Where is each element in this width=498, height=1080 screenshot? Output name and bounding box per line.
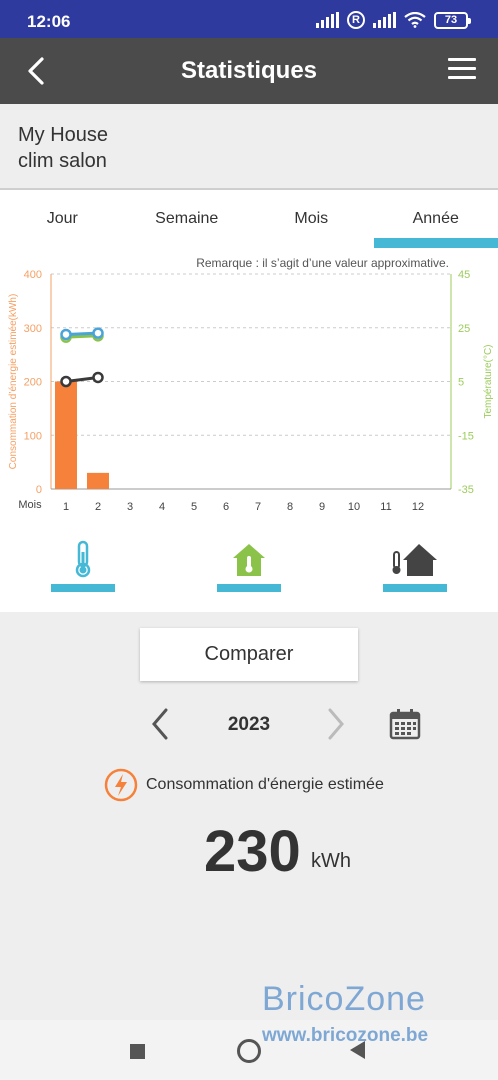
- bar: [87, 472, 109, 489]
- signal-icon: [316, 12, 339, 28]
- app-bar: Statistiques: [0, 38, 498, 104]
- x-axis-title: Mois: [18, 499, 42, 511]
- next-year-chevron-icon[interactable]: [322, 706, 350, 742]
- toggle-thermometer[interactable]: [51, 538, 115, 592]
- x-tick-label: 1: [63, 501, 69, 513]
- x-tick-label: 10: [348, 501, 360, 513]
- x-tick-label: 3: [127, 501, 133, 513]
- recents-icon[interactable]: [130, 1044, 145, 1059]
- y2-tick-label: 45: [458, 269, 470, 281]
- x-tick-label: 6: [223, 501, 229, 513]
- device-name: clim salon: [18, 150, 107, 172]
- y-tick-label: 300: [24, 323, 42, 335]
- y-tick-label: 100: [24, 430, 42, 442]
- y2-tick-label: 5: [458, 377, 464, 389]
- y2-axis-title: Température(°C): [483, 344, 494, 418]
- home-icon[interactable]: [237, 1039, 261, 1063]
- series-point: [60, 375, 72, 388]
- home-name: My House: [18, 124, 109, 146]
- thermometer-icon: [75, 540, 91, 578]
- thermometer-house-icon: [392, 544, 437, 576]
- consumption-chart: Remarque : il s’agit d’une valeur approx…: [8, 256, 494, 513]
- chart-note: Remarque : il s’agit d’une valeur approx…: [196, 256, 449, 270]
- toggle-thermometer-indicator: [51, 584, 115, 592]
- previous-year-chevron-icon[interactable]: [146, 706, 174, 742]
- page-title: Statistiques: [180, 57, 318, 84]
- status-icons: R 73: [316, 11, 471, 29]
- wifi-icon: [404, 12, 426, 28]
- x-tick-label: 9: [319, 501, 325, 513]
- lightning-icon: [104, 768, 138, 802]
- y2-tick-label: -35: [458, 484, 474, 496]
- x-tick-label: 4: [159, 501, 165, 513]
- x-tick-label: 11: [380, 501, 391, 513]
- energy-value: 230: [204, 819, 301, 884]
- period-tabs: Jour Semaine Mois Année: [0, 190, 498, 248]
- x-tick-label: 2: [95, 501, 101, 513]
- y-axis-title: Consommation d’énergie estimée(kWh): [8, 294, 19, 470]
- device-header: My House clim salon: [0, 104, 498, 190]
- x-tick-label: 8: [287, 501, 293, 513]
- year-label: 2023: [227, 714, 271, 735]
- y-tick-label: 0: [36, 484, 42, 496]
- calendar-icon[interactable]: [389, 708, 421, 740]
- y-tick-label: 400: [24, 269, 42, 281]
- house-temperature-icon: [233, 544, 265, 576]
- x-tick-label: 7: [255, 501, 261, 513]
- series-point: [60, 328, 72, 341]
- toggle-thermometer-house[interactable]: [383, 538, 447, 592]
- series-point: [92, 371, 104, 384]
- y2-tick-label: -15: [458, 430, 474, 442]
- toggle-house-indicator: [217, 584, 281, 592]
- hamburger-menu-icon[interactable]: [448, 58, 476, 82]
- roaming-icon: R: [347, 11, 365, 29]
- x-tick-label: 5: [191, 501, 197, 513]
- status-bar: 12:06 R 73: [0, 0, 498, 38]
- y2-tick-label: 25: [458, 323, 470, 335]
- battery-icon: 73: [434, 11, 471, 29]
- energy-label: Consommation d'énergie estimée: [146, 776, 384, 793]
- watermark-url: www.bricozone.be: [262, 1025, 429, 1046]
- toggle-thermometer-house-indicator: [383, 584, 447, 592]
- status-time: 12:06: [27, 12, 71, 31]
- tab-semaine[interactable]: Semaine: [125, 190, 250, 248]
- signal-2-icon: [373, 12, 396, 28]
- compare-button[interactable]: Comparer: [140, 628, 358, 681]
- tab-annee[interactable]: Année: [373, 190, 498, 248]
- bar: [55, 381, 77, 489]
- series-point: [92, 327, 104, 339]
- energy-unit: kWh: [311, 850, 351, 872]
- tab-jour[interactable]: Jour: [0, 190, 125, 248]
- tab-mois[interactable]: Mois: [249, 190, 374, 248]
- watermark-brand: BricoZone: [262, 980, 426, 1018]
- x-tick-label: 12: [412, 501, 424, 513]
- chart-panel: Remarque : il s’agit d’une valeur approx…: [0, 248, 498, 612]
- y-tick-label: 200: [24, 377, 42, 389]
- toggle-house-temperature[interactable]: [217, 538, 281, 592]
